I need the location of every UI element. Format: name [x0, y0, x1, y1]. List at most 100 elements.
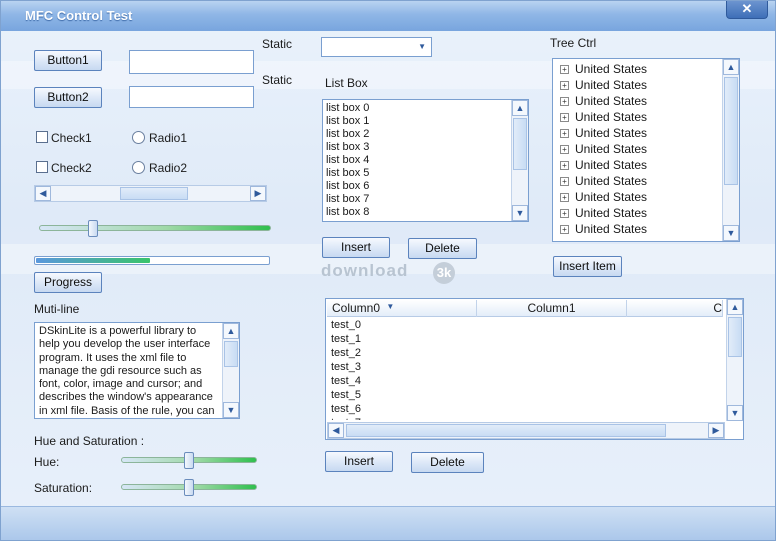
- insert-item-button[interactable]: Insert Item: [553, 256, 622, 277]
- expand-icon[interactable]: +: [560, 129, 569, 138]
- list-item[interactable]: list box 2: [324, 128, 509, 141]
- check2-checkbox[interactable]: [36, 161, 48, 173]
- scroll-down-button[interactable]: ▼: [727, 405, 743, 421]
- table-row[interactable]: test_5: [327, 388, 723, 402]
- tree-item[interactable]: + United States: [554, 221, 720, 237]
- horizontal-scrollbar[interactable]: ◀ ▶: [34, 185, 267, 202]
- tree-item-label: United States: [575, 78, 648, 92]
- list-view-vscrollbar[interactable]: ▲ ▼: [726, 299, 743, 421]
- multiline-scrollbar[interactable]: ▲ ▼: [222, 323, 239, 418]
- list-view-hscrollbar[interactable]: ◀ ▶: [327, 422, 725, 439]
- scroll-up-button[interactable]: ▲: [723, 59, 739, 75]
- list-item[interactable]: list box 0: [324, 102, 509, 115]
- tree-item[interactable]: + United States: [554, 125, 720, 141]
- tree-scrollbar[interactable]: ▲ ▼: [722, 59, 739, 241]
- table-row[interactable]: test_4: [327, 374, 723, 388]
- expand-icon[interactable]: +: [560, 209, 569, 218]
- list-item[interactable]: list box 7: [324, 193, 509, 206]
- column-header-0[interactable]: Column0 ▼: [327, 300, 477, 317]
- status-bar: [1, 506, 775, 540]
- edit-field-1[interactable]: [129, 50, 254, 74]
- table-row[interactable]: test_1: [327, 332, 723, 346]
- edit-field-2[interactable]: [129, 86, 254, 108]
- scroll-thumb[interactable]: [224, 341, 238, 367]
- scroll-thumb[interactable]: [346, 424, 666, 437]
- check1-checkbox[interactable]: [36, 131, 48, 143]
- expand-icon[interactable]: +: [560, 65, 569, 74]
- tree-item[interactable]: + United States: [554, 141, 720, 157]
- list-item[interactable]: list box 3: [324, 141, 509, 154]
- radio1-button[interactable]: [132, 131, 145, 144]
- radio2-button[interactable]: [132, 161, 145, 174]
- list-box[interactable]: list box 0 list box 1 list box 2 list bo…: [322, 99, 529, 222]
- expand-icon[interactable]: +: [560, 225, 569, 234]
- scroll-up-button[interactable]: ▲: [223, 323, 239, 339]
- table-row[interactable]: test_3: [327, 360, 723, 374]
- button2[interactable]: Button2: [34, 87, 102, 108]
- scroll-left-button[interactable]: ◀: [35, 186, 51, 201]
- scroll-thumb[interactable]: [120, 187, 188, 200]
- progress-button[interactable]: Progress: [34, 272, 102, 293]
- table-row[interactable]: test_7: [327, 416, 723, 420]
- scroll-down-button[interactable]: ▼: [223, 402, 239, 418]
- list-item[interactable]: list box 1: [324, 115, 509, 128]
- tree-item[interactable]: + United States: [554, 205, 720, 221]
- tree-item[interactable]: + United States: [554, 157, 720, 173]
- radio1-label: Radio1: [149, 131, 188, 145]
- expand-icon[interactable]: +: [560, 145, 569, 154]
- arrow-right-icon: ▶: [712, 425, 720, 435]
- tree-items: + United States + United States + United St…: [554, 61, 720, 237]
- scroll-right-button[interactable]: ▶: [708, 423, 724, 438]
- scroll-right-button[interactable]: ▶: [250, 186, 266, 201]
- combo-box[interactable]: ▼: [321, 37, 432, 57]
- scroll-down-button[interactable]: ▼: [723, 225, 739, 241]
- scroll-down-button[interactable]: ▼: [512, 205, 528, 221]
- expand-icon[interactable]: +: [560, 193, 569, 202]
- list-item[interactable]: list box 5: [324, 167, 509, 180]
- listbox-delete-button[interactable]: Delete: [408, 238, 477, 259]
- tree-item[interactable]: + United States: [554, 77, 720, 93]
- tree-item-label: United States: [575, 110, 648, 124]
- listbox-insert-button[interactable]: Insert: [322, 237, 390, 258]
- scroll-thumb[interactable]: [724, 77, 738, 185]
- hue-slider-thumb[interactable]: [184, 452, 194, 469]
- tree-item[interactable]: + United States: [554, 173, 720, 189]
- slider-track[interactable]: [39, 225, 271, 231]
- column-header-1[interactable]: Column1: [477, 300, 627, 317]
- tree-control[interactable]: + United States + United States + United St…: [552, 58, 740, 242]
- expand-icon[interactable]: +: [560, 177, 569, 186]
- title-bar[interactable]: MFC Control Test ✕: [1, 1, 775, 31]
- multiline-edit[interactable]: DSkinLite is a powerful library to help …: [34, 322, 240, 419]
- table-row[interactable]: test_2: [327, 346, 723, 360]
- column-header-2[interactable]: C: [627, 300, 723, 317]
- scroll-thumb[interactable]: [728, 317, 742, 357]
- saturation-slider-thumb[interactable]: [184, 479, 194, 496]
- expand-icon[interactable]: +: [560, 113, 569, 122]
- list-view-insert-button[interactable]: Insert: [325, 451, 393, 472]
- expand-icon[interactable]: +: [560, 81, 569, 90]
- arrow-left-icon: ◀: [332, 425, 340, 435]
- listbox-scrollbar[interactable]: ▲ ▼: [511, 100, 528, 221]
- list-item[interactable]: list box 8: [324, 206, 509, 219]
- list-item[interactable]: list box 6: [324, 180, 509, 193]
- scroll-left-button[interactable]: ◀: [328, 423, 344, 438]
- table-row[interactable]: test_0: [327, 318, 723, 332]
- tree-item[interactable]: + United States: [554, 93, 720, 109]
- expand-icon[interactable]: +: [560, 161, 569, 170]
- scroll-up-button[interactable]: ▲: [727, 299, 743, 315]
- tree-item[interactable]: + United States: [554, 189, 720, 205]
- table-row[interactable]: test_6: [327, 402, 723, 416]
- slider-thumb[interactable]: [87, 220, 98, 237]
- scroll-up-button[interactable]: ▲: [512, 100, 528, 116]
- button1[interactable]: Button1: [34, 50, 102, 71]
- list-item[interactable]: list box 4: [324, 154, 509, 167]
- tree-item-label: United States: [575, 126, 648, 140]
- scroll-thumb[interactable]: [513, 118, 527, 170]
- tree-item[interactable]: + United States: [554, 109, 720, 125]
- list-view-delete-button[interactable]: Delete: [411, 452, 484, 473]
- list-view[interactable]: Column0 ▼ Column1 C test_0 test_1 test_2…: [325, 298, 744, 440]
- column-header-label: Column0: [332, 301, 381, 315]
- expand-icon[interactable]: +: [560, 97, 569, 106]
- close-button[interactable]: ✕: [726, 1, 768, 19]
- tree-item[interactable]: + United States: [554, 61, 720, 77]
